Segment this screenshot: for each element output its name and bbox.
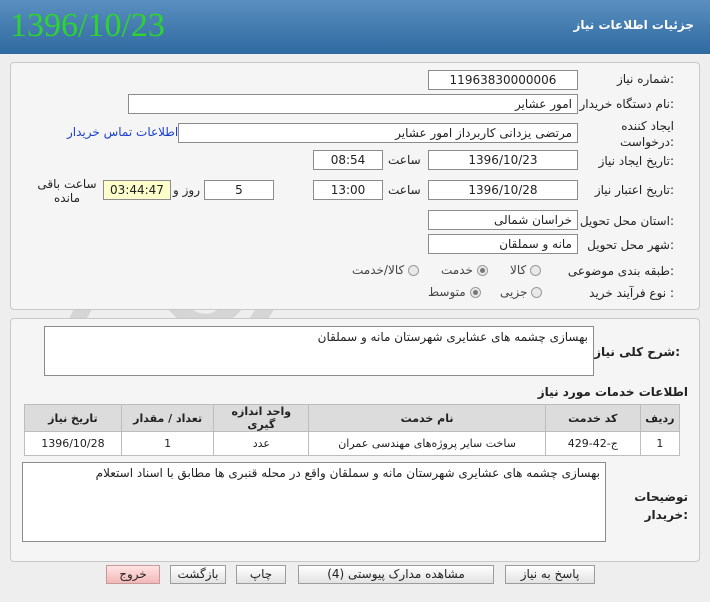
buyer-org-field: امور عشایر <box>128 94 578 114</box>
radio-icon <box>408 264 420 276</box>
process-type-label: نوع فرآیند خرید : <box>589 286 674 300</box>
category-option-service[interactable]: خدمت <box>441 263 488 277</box>
column-header: واحد اندازه گیری <box>213 404 310 432</box>
remaining-label: ساعت باقی مانده <box>37 177 97 205</box>
service-name-cell: ساخت سایر پروژه‌های مهندسی عمران <box>308 431 546 456</box>
radio-selected-icon <box>476 264 488 276</box>
validity-time-label: ساعت <box>388 183 421 197</box>
remaining-time-field: 03:44:47 <box>103 180 171 200</box>
province-label: استان محل تحویل: <box>579 214 674 228</box>
remaining-days-field: 5 <box>204 180 274 200</box>
unit-cell: عدد <box>213 431 310 456</box>
buyer-org-label: نام دستگاه خریدار: <box>579 97 675 111</box>
process-option-minor[interactable]: جزیی <box>500 285 543 299</box>
created-time-field: 08:54 <box>313 150 383 170</box>
city-label: شهر محل تحویل: <box>587 238 674 252</box>
process-option-medium-label: متوسط <box>428 285 466 299</box>
column-header: تعداد / مقدار <box>120 404 215 432</box>
created-time-label: ساعت <box>388 153 421 167</box>
services-table: ردیف کد خدمت نام خدمت واحد اندازه گیری ت… <box>24 404 681 456</box>
contact-buyer-link[interactable]: اطلاعات تماس خریدار <box>67 125 178 139</box>
need-date-cell: 1396/10/28 <box>24 431 122 456</box>
category-option-service-label: خدمت <box>441 263 473 277</box>
page-header: جزئیات اطلاعات نیاز 1396/10/23 <box>0 0 710 54</box>
reply-button[interactable]: پاسخ به نیاز <box>505 565 595 584</box>
radio-icon <box>530 264 542 276</box>
creator-label-line1: ایجاد کننده <box>621 119 674 133</box>
services-table-header: ردیف کد خدمت نام خدمت واحد اندازه گیری ت… <box>24 404 681 432</box>
date-stamp: 1396/10/23 <box>10 7 165 44</box>
page-title: جزئیات اطلاعات نیاز <box>573 18 694 32</box>
category-option-goods-service-label: کالا/خدمت <box>352 263 405 277</box>
service-code-cell: ج-42-429 <box>544 431 641 456</box>
column-header: نام خدمت <box>308 404 546 432</box>
column-header: ردیف <box>639 404 681 432</box>
quantity-cell: 1 <box>120 431 215 456</box>
need-number-label: شماره نیاز: <box>616 72 674 86</box>
province-field: خراسان شمالی <box>428 210 578 230</box>
creator-label: ایجاد کننده درخواست: <box>620 118 674 150</box>
view-attachments-button[interactable]: مشاهده مدارک پیوستی (4) <box>298 565 494 584</box>
category-option-goods[interactable]: کالا <box>510 263 542 277</box>
exit-button[interactable]: خروج <box>106 565 160 584</box>
buyer-notes-textarea: بهسازی چشمه های عشایری شهرستان مانه و سم… <box>22 462 606 542</box>
created-date-field: 1396/10/23 <box>428 150 578 170</box>
summary-label: شرح کلی نیاز: <box>594 345 680 359</box>
creator-field: مرتضی یزدانی کاربرداز امور عشایر <box>178 123 578 143</box>
city-field: مانه و سملقان <box>428 234 578 254</box>
validity-date-field: 1396/10/28 <box>428 180 578 200</box>
buyer-notes-label-line1: توضیحات <box>634 490 688 504</box>
table-row: 1 ج-42-429 ساخت سایر پروژه‌های مهندسی عم… <box>24 431 681 456</box>
category-label: طبقه بندی موضوعی: <box>567 264 674 278</box>
need-number-field: 1196383000000‌6 <box>428 70 578 90</box>
row-number-cell: 1 <box>639 431 681 456</box>
creator-label-line2: درخواست: <box>620 135 674 149</box>
summary-textarea: بهسازی چشمه های عشایری شهرستان مانه و سم… <box>44 326 594 376</box>
radio-icon <box>531 286 543 298</box>
buyer-notes-label: توضیحات خریدار: <box>634 488 688 524</box>
buyer-notes-label-line2: خریدار: <box>644 508 688 522</box>
services-section-title: اطلاعات خدمات مورد نیاز <box>537 385 688 399</box>
back-button[interactable]: بازگشت <box>170 565 226 584</box>
process-option-medium[interactable]: متوسط <box>428 285 481 299</box>
column-header: کد خدمت <box>544 404 641 432</box>
category-option-goods-label: کالا <box>510 263 527 277</box>
process-option-minor-label: جزیی <box>500 285 528 299</box>
category-option-goods-service[interactable]: کالا/خدمت <box>352 263 420 277</box>
days-label: روز و <box>173 183 200 197</box>
validity-date-label: تاریخ اعتبار نیاز: <box>594 183 674 197</box>
created-date-label: تاریخ ایجاد نیاز: <box>598 154 674 168</box>
validity-time-field: 13:00 <box>313 180 383 200</box>
column-header: تاریخ نیاز <box>24 404 122 432</box>
print-button[interactable]: چاپ <box>236 565 286 584</box>
radio-selected-icon <box>469 286 481 298</box>
